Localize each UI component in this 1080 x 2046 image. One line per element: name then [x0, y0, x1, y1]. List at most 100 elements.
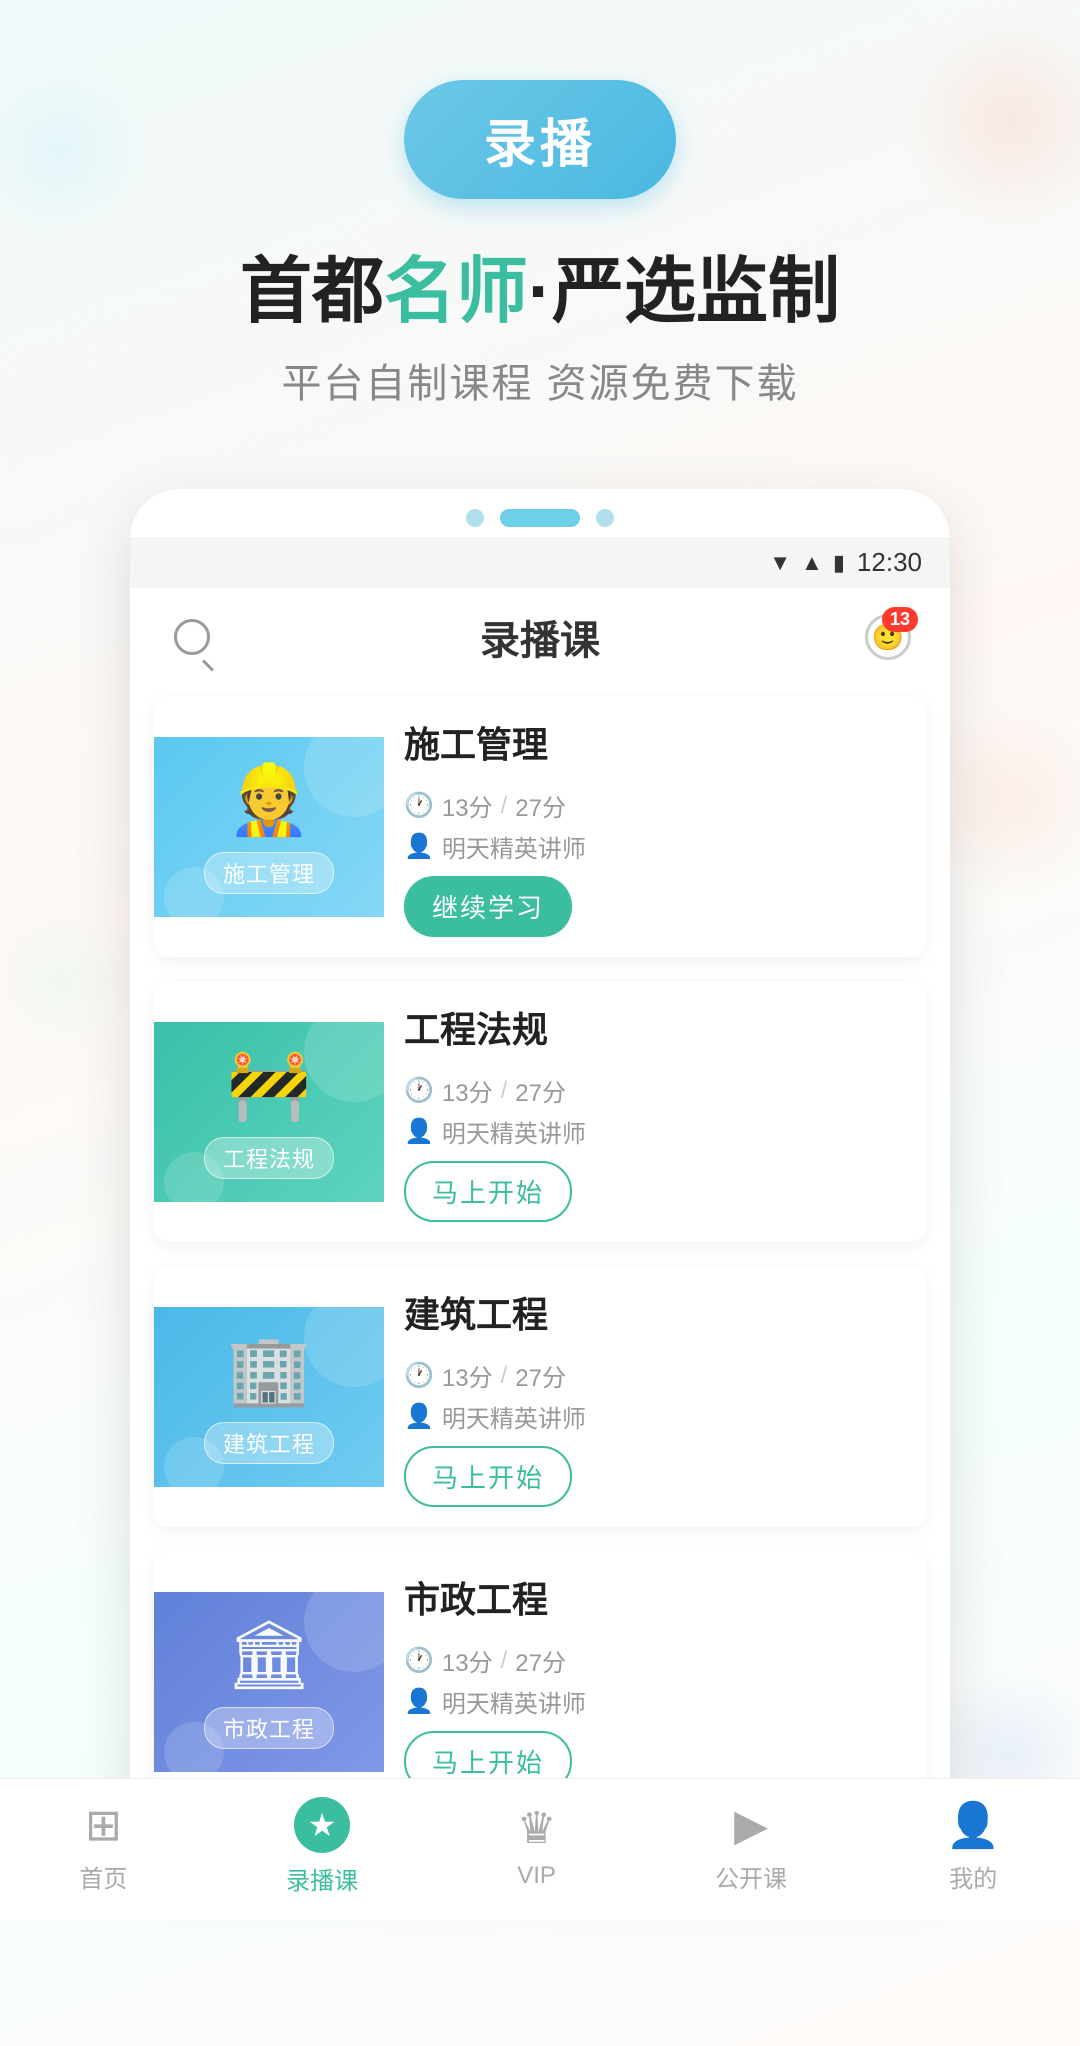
course-thumbnail: 🏛 市政工程	[154, 1592, 384, 1772]
course-list: 👷 施工管理 施工管理 🕐 13分 / 27分 👤 明天精英讲师 继续学习 🚧	[130, 686, 950, 1846]
nav-label-gonkai: 公开课	[715, 1859, 787, 1894]
dot-2-active	[500, 509, 580, 527]
nav-icon-gonkai: ▶	[734, 1800, 768, 1851]
tagline-text-part2: ·严选监制	[528, 252, 840, 332]
nav-icon-home: ⊞	[85, 1800, 122, 1851]
course-teacher: 👤 明天精英讲师	[404, 1684, 906, 1719]
thumb-blob-1	[304, 1307, 384, 1387]
thumb-blob-1	[304, 1022, 384, 1102]
course-info: 建筑工程 🕐 13分 / 27分 👤 明天精英讲师 马上开始	[384, 1266, 926, 1527]
tagline-text-part1: 首都	[240, 252, 384, 332]
course-thumb-label: 建筑工程	[204, 1422, 334, 1464]
course-duration: 13分	[442, 1358, 493, 1393]
battery-icon: ▮	[833, 550, 845, 576]
status-icons: ▼ ▲ ▮	[769, 550, 845, 576]
clock-icon: 🕐	[404, 791, 434, 820]
teacher-name: 明天精英讲师	[442, 1399, 586, 1434]
nav-label-lübo: 录播课	[286, 1861, 358, 1896]
course-info: 工程法规 🕐 13分 / 27分 👤 明天精英讲师 马上开始	[384, 981, 926, 1242]
course-actions: 马上开始	[404, 1161, 906, 1222]
tagline-subtitle: 平台自制课程 资源免费下载	[0, 351, 1080, 409]
top-bar: 录播课 🙂 13	[130, 588, 950, 686]
separator: /	[501, 1647, 508, 1675]
separator: /	[501, 792, 508, 820]
course-item-2[interactable]: 🚧 工程法规 工程法规 🕐 13分 / 27分 👤 明天精英讲师 马上开始	[154, 981, 926, 1242]
nav-item-vip[interactable]: ♛ VIP	[517, 1803, 556, 1890]
status-time: 12:30	[857, 547, 922, 578]
course-item-1[interactable]: 👷 施工管理 施工管理 🕐 13分 / 27分 👤 明天精英讲师 继续学习	[154, 696, 926, 957]
nav-label-vip: VIP	[517, 1862, 556, 1890]
separator: /	[501, 1362, 508, 1390]
course-duration: 13分	[442, 1643, 493, 1678]
nav-item-mine[interactable]: 👤 我的	[946, 1799, 1001, 1894]
course-total: 27分	[515, 788, 566, 823]
course-name: 工程法规	[404, 1001, 906, 1053]
course-teacher: 👤 明天精英讲师	[404, 1114, 906, 1149]
message-badge: 13	[882, 607, 918, 632]
dot-3	[596, 509, 614, 527]
course-name: 施工管理	[404, 716, 906, 768]
start-button[interactable]: 马上开始	[404, 1446, 572, 1507]
person-icon: 👤	[404, 1117, 434, 1146]
course-duration: 13分	[442, 1073, 493, 1108]
course-duration: 13分	[442, 788, 493, 823]
tagline-highlight: 名师	[384, 252, 528, 332]
person-icon: 👤	[404, 1402, 434, 1431]
continue-button[interactable]: 继续学习	[404, 876, 572, 937]
wifi-icon: ▼	[769, 550, 791, 576]
course-time: 🕐 13分 / 27分	[404, 788, 906, 823]
course-thumbnail: 🚧 工程法规	[154, 1022, 384, 1202]
course-thumb-icon: 👷	[227, 760, 312, 840]
course-teacher: 👤 明天精英讲师	[404, 829, 906, 864]
course-total: 27分	[515, 1073, 566, 1108]
nav-item-lübo[interactable]: ★ 录播课	[286, 1797, 358, 1896]
course-total: 27分	[515, 1643, 566, 1678]
phone-mockup: ▼ ▲ ▮ 12:30 录播课 🙂 13 👷 施工管理 施工管理 🕐	[130, 489, 950, 1866]
course-total: 27分	[515, 1358, 566, 1393]
screen-title: 录播课	[480, 608, 600, 666]
course-thumb-label: 施工管理	[204, 852, 334, 894]
teacher-name: 明天精英讲师	[442, 829, 586, 864]
status-bar: ▼ ▲ ▮ 12:30	[130, 537, 950, 588]
course-info: 市政工程 🕐 13分 / 27分 👤 明天精英讲师 马上开始	[384, 1551, 926, 1812]
nav-item-home[interactable]: ⊞ 首页	[79, 1800, 127, 1894]
signal-icon: ▲	[801, 550, 823, 576]
start-button[interactable]: 马上开始	[404, 1161, 572, 1222]
person-icon: 👤	[404, 1687, 434, 1716]
course-thumbnail: 👷 施工管理	[154, 737, 384, 917]
thumb-blob-1	[304, 1592, 384, 1672]
course-item-4[interactable]: 🏛 市政工程 市政工程 🕐 13分 / 27分 👤 明天精英讲师 马上开始	[154, 1551, 926, 1812]
nav-label-mine: 我的	[949, 1859, 997, 1894]
course-teacher: 👤 明天精英讲师	[404, 1399, 906, 1434]
message-button[interactable]: 🙂 13	[862, 611, 914, 663]
teacher-name: 明天精英讲师	[442, 1684, 586, 1719]
tagline-heading: 首都名师·严选监制	[0, 249, 1080, 335]
course-thumbnail: 🏢 建筑工程	[154, 1307, 384, 1487]
course-thumb-label: 工程法规	[204, 1137, 334, 1179]
separator: /	[501, 1077, 508, 1105]
decoration-blob-4	[0, 900, 140, 1060]
search-icon	[174, 619, 210, 655]
course-actions: 继续学习	[404, 876, 906, 937]
teacher-name: 明天精英讲师	[442, 1114, 586, 1149]
course-info: 施工管理 🕐 13分 / 27分 👤 明天精英讲师 继续学习	[384, 696, 926, 957]
bottom-nav: ⊞ 首页 ★ 录播课 ♛ VIP ▶ 公开课 👤 我的	[0, 1778, 1080, 1920]
nav-icon-vip: ♛	[517, 1803, 556, 1854]
nav-item-gonkai[interactable]: ▶ 公开课	[715, 1800, 787, 1894]
search-button[interactable]	[166, 611, 218, 663]
course-item-3[interactable]: 🏢 建筑工程 建筑工程 🕐 13分 / 27分 👤 明天精英讲师 马上开始	[154, 1266, 926, 1527]
course-thumb-icon: 🏛	[226, 1615, 312, 1695]
pagination-dots	[130, 489, 950, 537]
course-time: 🕐 13分 / 27分	[404, 1358, 906, 1393]
course-time: 🕐 13分 / 27分	[404, 1073, 906, 1108]
course-name: 市政工程	[404, 1571, 906, 1623]
clock-icon: 🕐	[404, 1076, 434, 1105]
course-thumb-label: 市政工程	[204, 1707, 334, 1749]
nav-label-home: 首页	[79, 1859, 127, 1894]
clock-icon: 🕐	[404, 1361, 434, 1390]
thumb-blob-1	[304, 737, 384, 817]
course-thumb-icon: 🏢	[227, 1330, 312, 1410]
person-icon: 👤	[404, 832, 434, 861]
nav-icon-mine: 👤	[946, 1799, 1001, 1851]
lübo-button[interactable]: 录播	[404, 80, 676, 199]
